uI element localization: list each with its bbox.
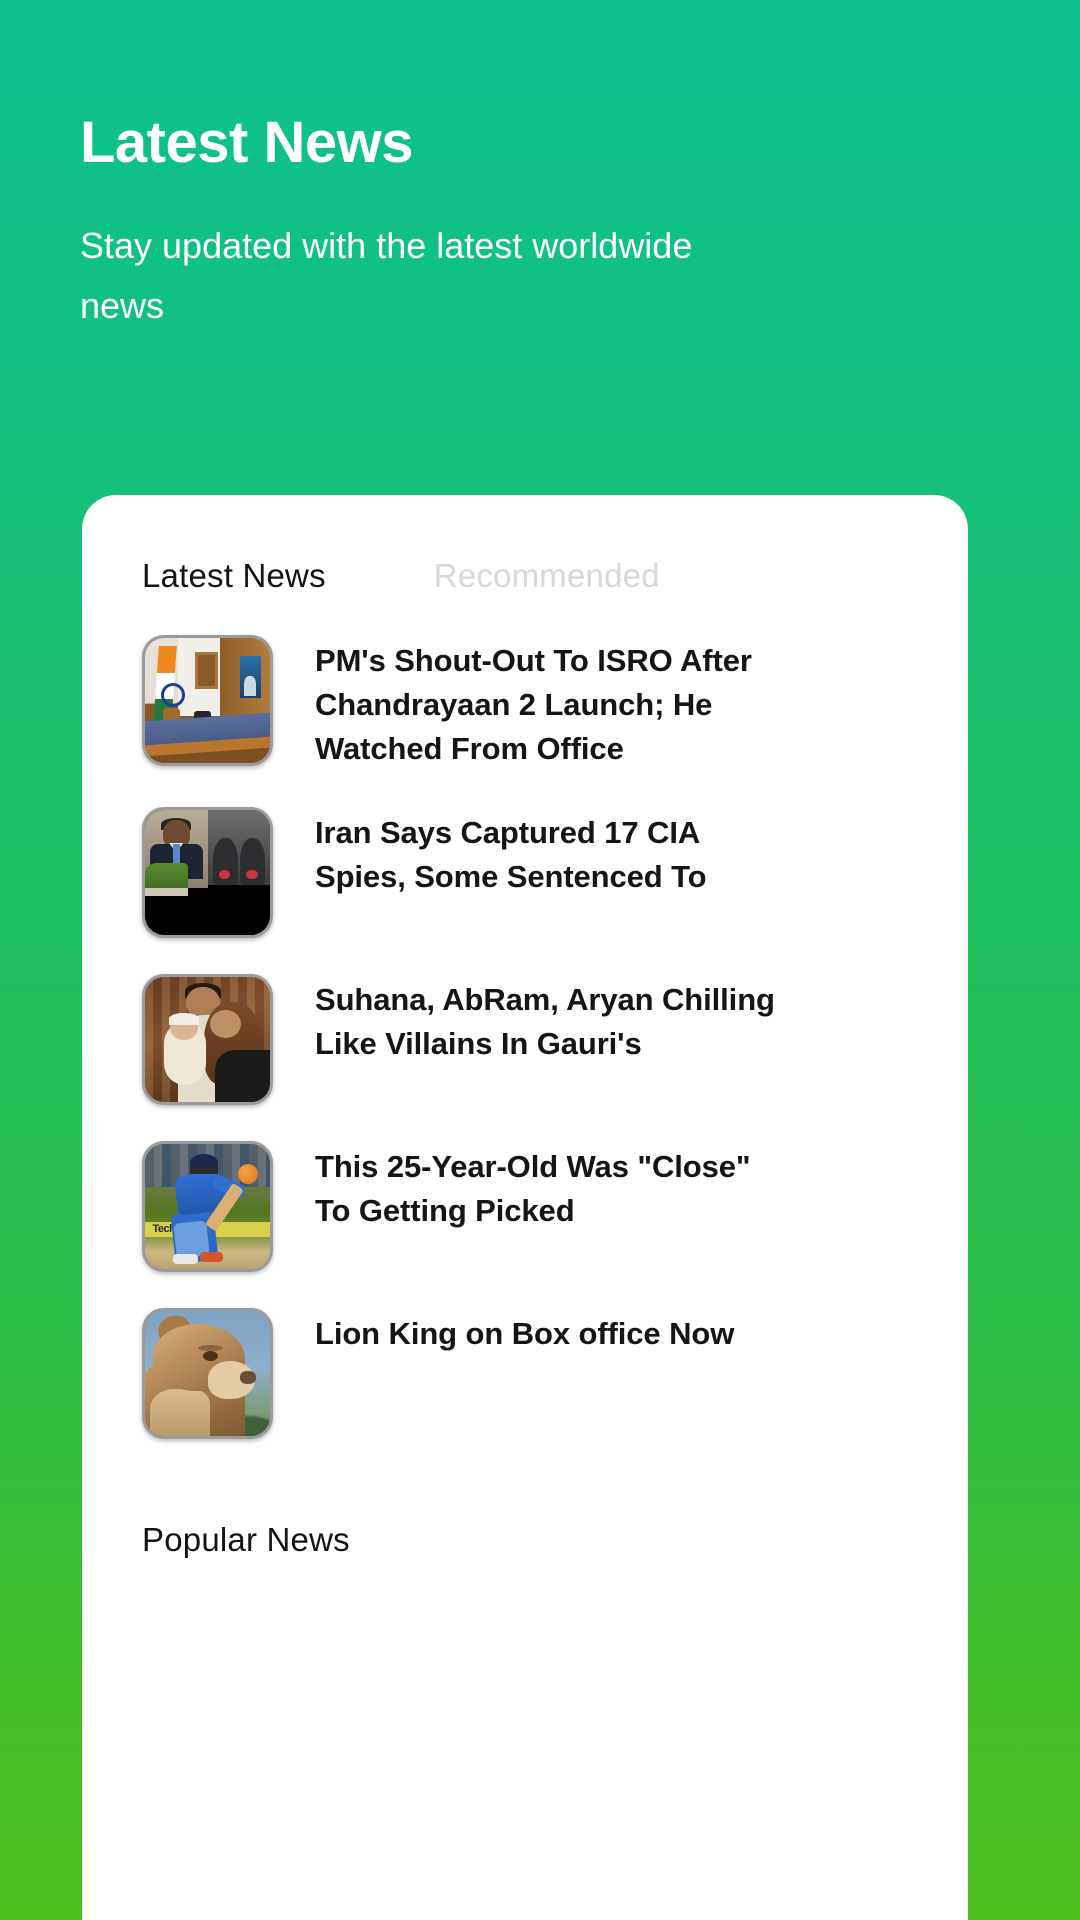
page-subtitle: Stay updated with the latest worldwide n… <box>80 225 693 327</box>
news-headline: This 25-Year-Old Was "Close" To Getting … <box>315 1149 751 1229</box>
popular-news-heading: Popular News <box>142 1521 350 1559</box>
cricket-batsman-thumbnail: Tech <box>145 1144 270 1270</box>
news-headline: Iran Says Captured 17 CIA Spies, Some Se… <box>315 815 707 895</box>
news-list-item[interactable]: PM's Shout-Out To ISRO After Chandrayaan… <box>142 635 968 771</box>
lion-cub-thumbnail <box>145 1311 270 1437</box>
tab-latest-news[interactable]: Latest News <box>142 557 326 595</box>
news-list-item[interactable]: Iran Says Captured 17 CIA Spies, Some Se… <box>142 807 968 939</box>
news-thumbnail-wrapper: Tech <box>142 1141 273 1273</box>
news-headline: PM's Shout-Out To ISRO After Chandrayaan… <box>315 643 752 767</box>
news-thumbnail-wrapper <box>142 974 273 1106</box>
family-embrace-thumbnail <box>145 977 270 1103</box>
news-list-item[interactable]: Tech This 25-Year-Old Was "Close" To Get… <box>142 1141 968 1273</box>
news-thumbnail-wrapper <box>142 1308 273 1440</box>
content-card: Latest News Recommended PM's Shout-Out T… <box>82 495 968 1920</box>
news-list: PM's Shout-Out To ISRO After Chandrayaan… <box>82 635 968 1440</box>
news-thumbnail-wrapper <box>142 807 273 939</box>
pm-office-indian-flag-thumbnail <box>145 638 270 763</box>
news-thumbnail-wrapper <box>142 635 273 766</box>
hero-header: Latest News Stay updated with the latest… <box>0 0 1080 337</box>
news-list-item[interactable]: Suhana, AbRam, Aryan Chilling Like Villa… <box>142 974 968 1106</box>
news-headline: Suhana, AbRam, Aryan Chilling Like Villa… <box>315 982 775 1062</box>
news-headline: Lion King on Box office Now <box>315 1316 735 1352</box>
tab-bar: Latest News Recommended <box>82 495 968 595</box>
tab-recommended[interactable]: Recommended <box>434 557 660 595</box>
page-title: Latest News <box>80 110 413 175</box>
man-in-suit-scooters-thumbnail <box>145 810 270 936</box>
news-list-item[interactable]: Lion King on Box office Now <box>142 1308 968 1440</box>
